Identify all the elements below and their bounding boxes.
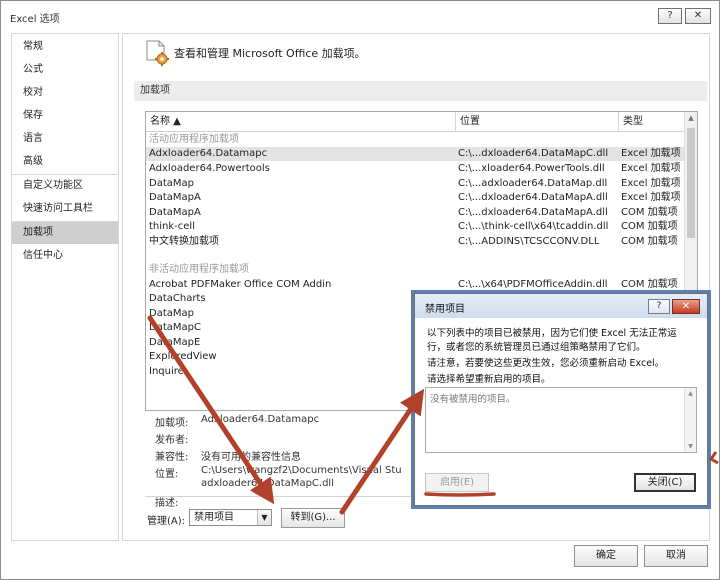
table-row[interactable]: DataMapA C:\...dxloader64.DataMapA.dll E… [146, 191, 686, 205]
nav-item-advanced[interactable]: 高级 [12, 151, 118, 173]
panel-header: 查看和管理 Microsoft Office 加载项。 [174, 47, 366, 60]
addin-name: DataMap [149, 308, 194, 319]
detail-addin-value: Adxloader64.Datamapc [201, 414, 320, 425]
nav-item-customize-ribbon[interactable]: 自定义功能区 [12, 175, 118, 197]
nav-item-addins[interactable]: 加载项 [12, 222, 118, 244]
table-row[interactable]: DataMapA C:\...dxloader64.DataMapA.dll C… [146, 206, 686, 220]
header-divider [146, 131, 686, 132]
chevron-down-icon[interactable]: ▼ [257, 510, 271, 525]
window-title: Excel 选项 [10, 14, 60, 25]
addin-location: C:\...dxloader64.DataMapA.dll [458, 207, 608, 218]
nav-item-quick-access-toolbar[interactable]: 快速访问工具栏 [12, 198, 118, 220]
addin-name: think-cell [149, 221, 195, 232]
table-row[interactable]: Adxloader64.Powertools C:\...xloader64.P… [146, 162, 686, 176]
nav-item-general[interactable]: 常规 [12, 36, 118, 58]
addin-location: C:\...ADDINS\TCSCCONV.DLL [458, 236, 600, 247]
detail-location-value: C:\Users\wangzf2\Documents\Visual Stu [201, 465, 402, 476]
addin-type: COM 加载项 [621, 221, 678, 232]
table-row[interactable]: 中文转换加载项 C:\...ADDINS\TCSCCONV.DLL COM 加载… [146, 235, 686, 249]
dialog-title-bar: 禁用项目 ? ✕ [415, 294, 707, 318]
table-row[interactable]: Acrobat PDFMaker Office COM Addin C:\...… [146, 278, 686, 292]
column-header-location[interactable]: 位置 [456, 112, 619, 131]
addin-name: ExploredView [149, 351, 217, 362]
nav-item-formulas[interactable]: 公式 [12, 59, 118, 81]
manage-selected-value: 禁用项目 [194, 512, 234, 523]
close-button[interactable]: ✕ [685, 8, 711, 24]
detail-location-label: 位置: [155, 469, 179, 480]
empty-list-text: 没有被禁用的项目。 [430, 394, 516, 405]
addin-type: COM 加载项 [621, 236, 678, 247]
goto-button[interactable]: 转到(G)... [281, 508, 345, 528]
dialog-help-button[interactable]: ? [648, 299, 670, 314]
scroll-thumb[interactable] [687, 128, 695, 238]
detail-location-value-2: adxloader64.DataMapC.dll [201, 478, 334, 489]
options-nav: 常规 公式 校对 保存 语言 高级 自定义功能区 快速访问工具栏 加载项 信任中… [11, 33, 119, 541]
nav-item-language[interactable]: 语言 [12, 128, 118, 150]
detail-compat-label: 兼容性: [155, 452, 189, 463]
table-row[interactable]: DataMap C:\...adxloader64.DataMap.dll Ex… [146, 177, 686, 191]
list-scrollbar[interactable]: ▲ ▼ [684, 388, 696, 452]
addin-name: Acrobat PDFMaker Office COM Addin [149, 279, 332, 290]
addin-type: Excel 加载项 [621, 192, 681, 203]
ok-button[interactable]: 确定 [574, 545, 638, 567]
dialog-message-line2: 行，或者您的系统管理员已通过组策略禁用了它们。 [427, 342, 646, 353]
addin-location: C:\...dxloader64.DataMapA.dll [458, 192, 608, 203]
scroll-down-icon[interactable]: ▼ [685, 443, 696, 450]
nav-item-proofing[interactable]: 校对 [12, 82, 118, 104]
column-header-type[interactable]: 类型 [619, 112, 686, 131]
addin-location: C:\...\think-cell\x64\tcaddin.dll [458, 221, 609, 232]
table-row[interactable]: Adxloader64.Datamapc C:\...dxloader64.Da… [146, 147, 686, 161]
addin-name: 中文转换加载项 [149, 236, 219, 247]
addin-type: COM 加载项 [621, 279, 678, 290]
addin-location: C:\...\x64\PDFMOfficeAddin.dll [458, 279, 608, 290]
addin-location: C:\...xloader64.PowerTools.dll [458, 163, 605, 174]
disabled-items-list[interactable]: 没有被禁用的项目。 ▲ ▼ [425, 387, 697, 453]
addin-type: COM 加载项 [621, 207, 678, 218]
addins-gear-icon [146, 40, 169, 66]
group-inactive: 非活动应用程序加载项 [149, 264, 249, 275]
detail-compat-value: 没有可用的兼容性信息 [201, 452, 301, 463]
disabled-items-dialog: 禁用项目 ? ✕ 以下列表中的项目已被禁用，因为它们使 Excel 无法正常运 … [414, 293, 708, 506]
table-row[interactable]: think-cell C:\...\think-cell\x64\tcaddin… [146, 220, 686, 234]
addin-name: Inquire [149, 366, 184, 377]
column-header-name[interactable]: 名称 ▲ [146, 112, 456, 131]
addin-type: Excel 加载项 [621, 148, 681, 159]
manage-label: 管理(A): [147, 516, 186, 527]
detail-addin-label: 加载项: [155, 418, 189, 429]
manage-select[interactable]: 禁用项目 ▼ [189, 509, 272, 526]
cancel-button[interactable]: 取消 [644, 545, 708, 567]
addin-name: DataMapA [149, 192, 201, 203]
addin-name: DataCharts [149, 293, 206, 304]
help-button[interactable]: ? [658, 8, 682, 24]
addin-name: DataMapA [149, 207, 201, 218]
addin-name: DataMap [149, 178, 194, 189]
dialog-message-line1: 以下列表中的项目已被禁用，因为它们使 Excel 无法正常运 [427, 328, 677, 339]
addin-name: Adxloader64.Powertools [149, 163, 270, 174]
nav-item-save[interactable]: 保存 [12, 105, 118, 127]
title-bar: Excel 选项 ? ✕ [1, 1, 719, 31]
dialog-title: 禁用项目 [425, 304, 465, 315]
group-active: 活动应用程序加载项 [149, 134, 239, 145]
addin-type: Excel 加载项 [621, 178, 681, 189]
addin-location: C:\...dxloader64.DataMapC.dll [458, 148, 609, 159]
addin-type: Excel 加载项 [621, 163, 681, 174]
dialog-close-button[interactable]: 关闭(C) [634, 473, 696, 492]
scroll-up-icon[interactable]: ▲ [685, 112, 697, 125]
addin-name: DataMapE [149, 337, 201, 348]
addin-location: C:\...adxloader64.DataMap.dll [458, 178, 608, 189]
addin-name: Adxloader64.Datamapc [149, 148, 268, 159]
enable-button[interactable]: 启用(E) [425, 473, 489, 492]
dialog-close-icon[interactable]: ✕ [672, 299, 700, 314]
detail-publisher-label: 发布者: [155, 435, 189, 446]
dialog-message-line4: 请选择希望重新启用的项目。 [427, 374, 551, 385]
dialog-message-line3: 请注意，若要使这些更改生效，您必须重新启动 Excel。 [427, 358, 665, 369]
addin-name: DataMapC [149, 322, 201, 333]
scroll-up-icon[interactable]: ▲ [685, 390, 696, 397]
nav-item-trust-center[interactable]: 信任中心 [12, 245, 118, 267]
section-title: 加载项 [134, 81, 707, 101]
